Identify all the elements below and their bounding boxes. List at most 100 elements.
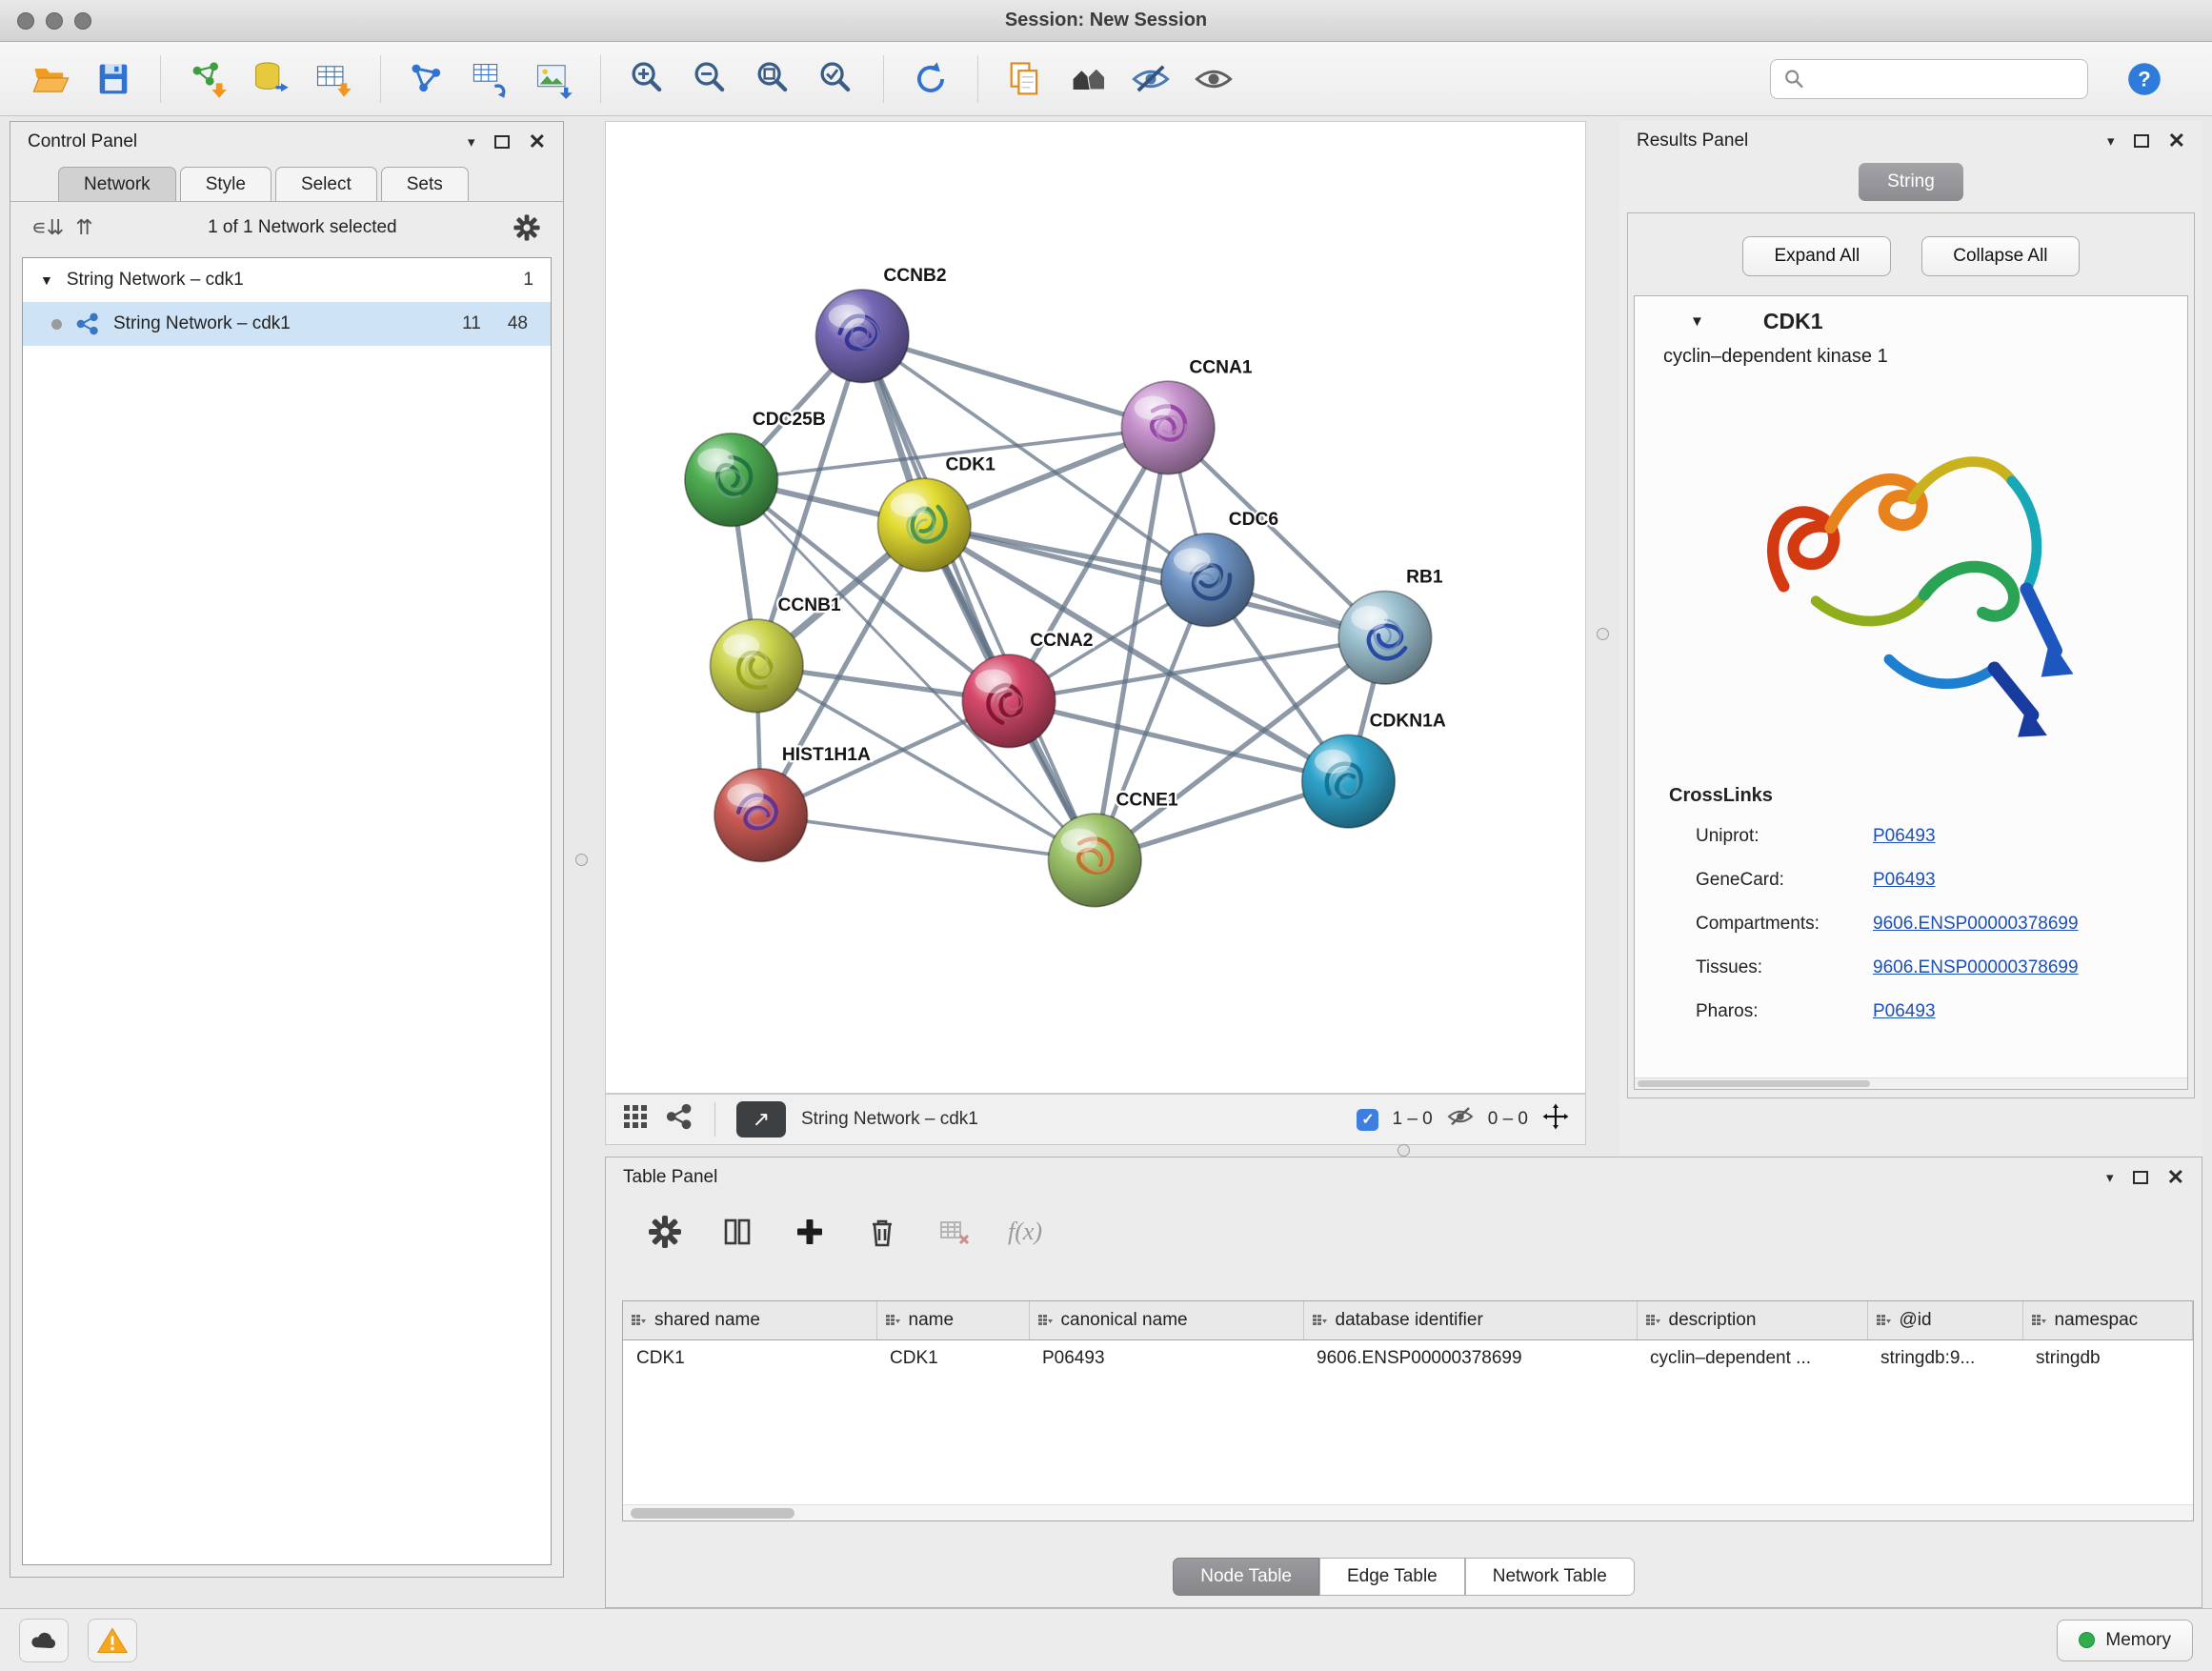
cell-shared-name[interactable]: CDK1 [623, 1339, 876, 1378]
column-header[interactable]: database identifier [1303, 1301, 1637, 1339]
zoom-in-icon[interactable] [620, 51, 675, 107]
tab-network-table[interactable]: Network Table [1465, 1558, 1635, 1596]
crosslink-link[interactable]: P06493 [1873, 1001, 1936, 1022]
panel-float-icon[interactable] [2134, 134, 2149, 148]
network-node-CDC25B[interactable] [685, 433, 778, 527]
selected-nodes-checkbox-icon[interactable]: ✓ [1357, 1109, 1378, 1131]
network-edge[interactable] [862, 336, 1168, 428]
network-node-CDC6[interactable] [1161, 534, 1255, 627]
cell-canonical-name[interactable]: P06493 [1029, 1339, 1303, 1378]
zoom-window-button[interactable] [74, 12, 91, 30]
network-options-gear-icon[interactable] [512, 212, 542, 243]
bottom-splitter-handle[interactable] [1398, 1144, 1410, 1157]
import-network-database-icon[interactable] [243, 51, 298, 107]
new-network-icon[interactable] [400, 51, 455, 107]
expand-all-networks-icon[interactable]: ∊︎⇊ [31, 215, 64, 240]
panel-close-icon[interactable]: ✕ [2168, 131, 2185, 151]
panel-float-icon[interactable] [2133, 1171, 2148, 1184]
import-network-file-icon[interactable] [180, 51, 235, 107]
warnings-button[interactable] [88, 1619, 137, 1662]
network-node-CCNA1[interactable] [1121, 381, 1215, 474]
crosslink-link[interactable]: 9606.ENSP00000378699 [1873, 914, 2079, 935]
import-table-file-icon[interactable] [306, 51, 361, 107]
zoom-selected-icon[interactable] [809, 51, 864, 107]
collapse-section-caret-icon[interactable]: ▼ [1690, 313, 1704, 330]
network-row[interactable]: String Network – cdk1 11 48 [23, 302, 551, 346]
help-icon[interactable]: ? [2117, 51, 2172, 107]
network-edge[interactable] [1009, 701, 1348, 781]
results-horizontal-scrollbar[interactable] [1635, 1077, 2187, 1089]
scrollbar-thumb[interactable] [1638, 1080, 1870, 1087]
memory-button[interactable]: Memory [2057, 1620, 2193, 1661]
panel-float-icon[interactable] [494, 135, 510, 149]
collapse-all-networks-icon[interactable]: ⇈ [75, 215, 92, 240]
tab-node-table[interactable]: Node Table [1173, 1558, 1319, 1596]
birdseye-view-icon[interactable] [621, 1102, 650, 1137]
network-node-HIST1H1A[interactable] [714, 769, 808, 862]
export-image-icon[interactable] [526, 51, 581, 107]
delete-column-trash-icon[interactable] [863, 1213, 901, 1251]
fit-content-crosshair-icon[interactable] [1541, 1102, 1570, 1137]
cell-database-identifier[interactable]: 9606.ENSP00000378699 [1303, 1339, 1637, 1378]
hidden-eye-slash-icon[interactable] [1446, 1102, 1475, 1137]
network-collection-row[interactable]: ▼ String Network – cdk1 1 [23, 258, 551, 302]
column-header[interactable]: @id [1867, 1301, 2022, 1339]
network-share-icon[interactable] [665, 1102, 694, 1137]
collapse-all-button[interactable]: Collapse All [1921, 236, 2079, 276]
show-all-eye-icon[interactable] [1186, 51, 1241, 107]
save-session-icon[interactable] [86, 51, 141, 107]
network-node-CDK1[interactable] [878, 478, 972, 572]
column-header[interactable]: shared name [623, 1301, 876, 1339]
crosslink-link[interactable]: P06493 [1873, 870, 1936, 891]
network-graph[interactable]: CCNB2CCNA1CDC25BCDK1CDC6RB1CCNB1CCNA2CDK… [606, 122, 1585, 1093]
table-horizontal-scrollbar[interactable] [623, 1504, 2193, 1520]
hide-selected-eye-slash-icon[interactable] [1123, 51, 1178, 107]
crosslink-link[interactable]: P06493 [1873, 826, 1936, 847]
panel-close-icon[interactable]: ✕ [2167, 1167, 2184, 1188]
column-header[interactable]: description [1637, 1301, 1867, 1339]
tab-style[interactable]: Style [180, 167, 271, 201]
tab-network[interactable]: Network [58, 167, 176, 201]
network-node-CCNA2[interactable] [962, 654, 1056, 748]
table-options-gear-icon[interactable] [646, 1213, 684, 1251]
network-node-CCNE1[interactable] [1048, 814, 1141, 907]
home-layout-icon[interactable] [1060, 51, 1116, 107]
tab-select[interactable]: Select [275, 167, 377, 201]
crosslink-link[interactable]: 9606.ENSP00000378699 [1873, 957, 2079, 978]
tab-edge-table[interactable]: Edge Table [1319, 1558, 1465, 1596]
panel-menu-chevron-icon[interactable]: ▾ [468, 133, 475, 151]
column-header[interactable]: canonical name [1029, 1301, 1303, 1339]
open-in-new-window-button[interactable]: ↗ [736, 1101, 786, 1137]
network-node-RB1[interactable] [1338, 591, 1432, 684]
tree-caret-icon[interactable]: ▼ [40, 272, 53, 288]
cloud-status-button[interactable] [19, 1619, 69, 1662]
network-node-CDKN1A[interactable] [1302, 735, 1396, 828]
cell-id[interactable]: stringdb:9... [1867, 1339, 2022, 1378]
cell-name[interactable]: CDK1 [876, 1339, 1029, 1378]
table-row[interactable]: CDK1 CDK1 P06493 9606.ENSP00000378699 cy… [623, 1339, 2193, 1378]
close-window-button[interactable] [17, 12, 34, 30]
new-table-icon[interactable] [463, 51, 518, 107]
zoom-out-icon[interactable] [683, 51, 738, 107]
right-splitter-handle[interactable] [1597, 628, 1609, 640]
minimize-window-button[interactable] [46, 12, 63, 30]
network-edge[interactable] [862, 336, 1095, 860]
show-columns-icon[interactable] [718, 1213, 756, 1251]
search-input[interactable] [1813, 69, 2076, 89]
scrollbar-thumb[interactable] [631, 1508, 794, 1519]
column-header[interactable]: name [876, 1301, 1029, 1339]
add-column-plus-icon[interactable] [791, 1213, 829, 1251]
network-edge[interactable] [761, 815, 1096, 860]
toolbar-search[interactable] [1770, 59, 2088, 99]
zoom-fit-icon[interactable] [746, 51, 801, 107]
refresh-icon[interactable] [903, 51, 958, 107]
tab-string[interactable]: String [1859, 163, 1963, 201]
open-session-icon[interactable] [23, 51, 78, 107]
panel-menu-chevron-icon[interactable]: ▾ [2107, 132, 2115, 150]
expand-all-button[interactable]: Expand All [1742, 236, 1891, 276]
panel-menu-chevron-icon[interactable]: ▾ [2106, 1169, 2114, 1186]
column-header[interactable]: namespac [2022, 1301, 2193, 1339]
cell-description[interactable]: cyclin–dependent ... [1637, 1339, 1867, 1378]
network-canvas[interactable]: CCNB2CCNA1CDC25BCDK1CDC6RB1CCNB1CCNA2CDK… [605, 121, 1586, 1094]
clone-network-icon[interactable] [997, 51, 1053, 107]
